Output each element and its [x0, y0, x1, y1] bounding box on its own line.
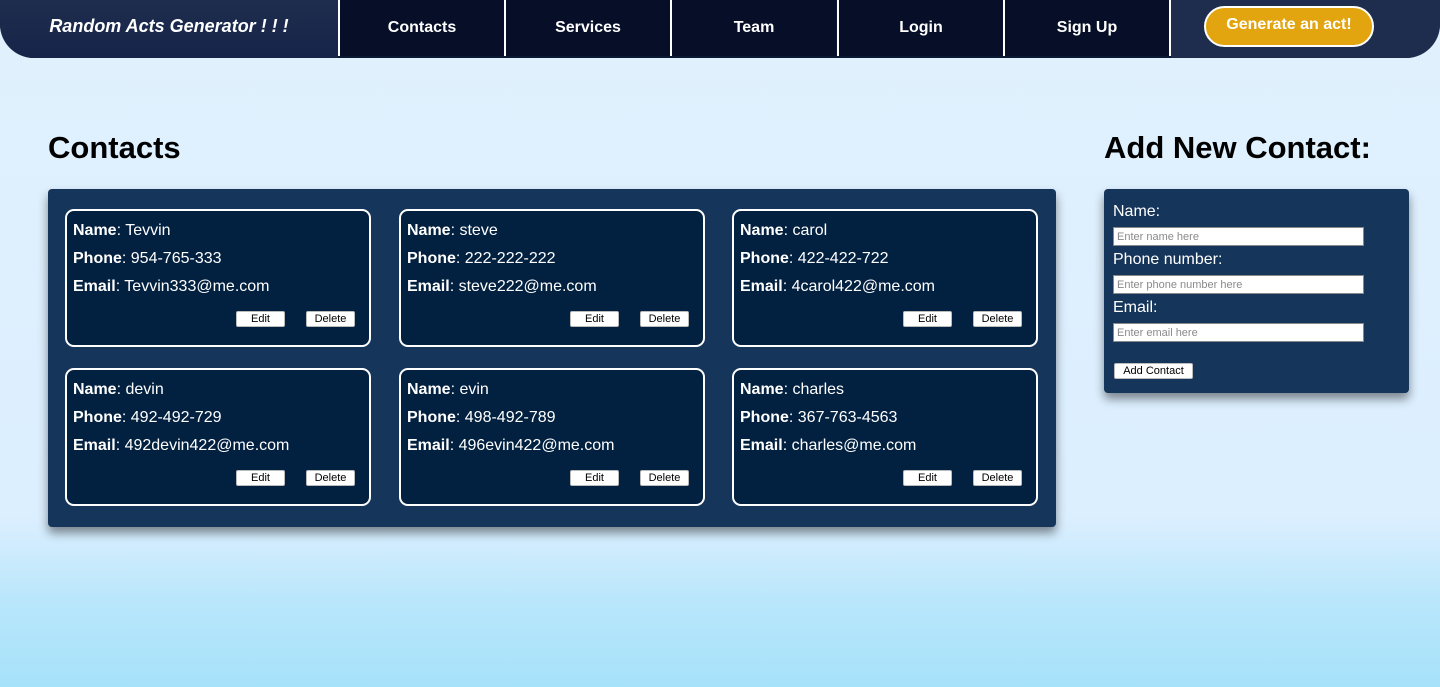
contact-card: Name: devin Phone: 492-492-729 Email: 49…: [65, 368, 371, 506]
contact-phone-row: Phone: 498-492-789: [407, 409, 556, 426]
delete-button[interactable]: Delete: [973, 311, 1022, 327]
delete-button[interactable]: Delete: [973, 470, 1022, 486]
contact-email-row: Email: charles@me.com: [740, 437, 917, 454]
name-label: Name: [407, 222, 451, 239]
contact-phone: 492-492-729: [130, 409, 222, 426]
name-label: Name: [73, 222, 117, 239]
name-label: Name: [407, 381, 451, 398]
contact-card: Name: Tevvin Phone: 954-765-333 Email: T…: [65, 209, 371, 347]
contact-phone: 498-492-789: [464, 409, 556, 426]
edit-button[interactable]: Edit: [903, 470, 952, 486]
contact-phone-row: Phone: 222-222-222: [407, 250, 556, 267]
name-input[interactable]: [1113, 227, 1364, 246]
contact-card: Name: charles Phone: 367-763-4563 Email:…: [732, 368, 1038, 506]
name-field-label: Name:: [1113, 203, 1161, 220]
contact-name: Tevvin: [125, 222, 171, 239]
contact-name-row: Name: devin: [73, 381, 164, 398]
contact-phone-row: Phone: 492-492-729: [73, 409, 222, 426]
edit-button[interactable]: Edit: [570, 311, 619, 327]
email-field-label: Email:: [1113, 299, 1158, 316]
email-label: Email: [407, 437, 450, 454]
contact-email-row: Email: 492devin422@me.com: [73, 437, 290, 454]
add-contact-heading: Add New Contact:: [1104, 130, 1371, 165]
email-label: Email: [740, 278, 783, 295]
contact-name: steve: [459, 222, 498, 239]
delete-button[interactable]: Delete: [640, 470, 689, 486]
contact-phone-row: Phone: 367-763-4563: [740, 409, 898, 426]
phone-label: Phone: [740, 409, 789, 426]
phone-label: Phone: [73, 250, 122, 267]
email-label: Email: [73, 437, 116, 454]
contact-phone: 367-763-4563: [797, 409, 898, 426]
contact-email: charles@me.com: [791, 437, 917, 454]
contact-email: 492devin422@me.com: [124, 437, 290, 454]
contact-card: Name: evin Phone: 498-492-789 Email: 496…: [399, 368, 705, 506]
contact-name: charles: [792, 381, 845, 398]
nav-item-team[interactable]: Team: [670, 0, 836, 56]
contact-card: Name: carol Phone: 422-422-722 Email: 4c…: [732, 209, 1038, 347]
phone-input[interactable]: [1113, 275, 1364, 294]
brand-title[interactable]: Random Acts Generator ! ! !: [0, 0, 338, 58]
contact-phone: 954-765-333: [130, 250, 222, 267]
contact-name-row: Name: steve: [407, 222, 498, 239]
contact-phone-row: Phone: 422-422-722: [740, 250, 889, 267]
contact-email-row: Email: 4carol422@me.com: [740, 278, 935, 295]
delete-button[interactable]: Delete: [640, 311, 689, 327]
nav-item-login[interactable]: Login: [837, 0, 1003, 56]
add-contact-button[interactable]: Add Contact: [1114, 363, 1193, 379]
contact-email-row: Email: 496evin422@me.com: [407, 437, 615, 454]
contact-email-row: Email: Tevvin333@me.com: [73, 278, 270, 295]
name-label: Name: [740, 381, 784, 398]
contact-name-row: Name: charles: [740, 381, 845, 398]
contact-name-row: Name: evin: [407, 381, 489, 398]
email-label: Email: [73, 278, 116, 295]
delete-button[interactable]: Delete: [306, 311, 355, 327]
phone-label: Phone: [407, 250, 456, 267]
generate-act-button[interactable]: Generate an act!: [1204, 6, 1374, 47]
contact-name: carol: [792, 222, 828, 239]
edit-button[interactable]: Edit: [570, 470, 619, 486]
delete-button[interactable]: Delete: [306, 470, 355, 486]
nav-item-contacts[interactable]: Contacts: [338, 0, 504, 56]
phone-field-label: Phone number:: [1113, 251, 1223, 268]
phone-label: Phone: [740, 250, 789, 267]
contact-email-row: Email: steve222@me.com: [407, 278, 597, 295]
edit-button[interactable]: Edit: [236, 470, 285, 486]
nav-item-signup[interactable]: Sign Up: [1003, 0, 1169, 56]
contact-phone-row: Phone: 954-765-333: [73, 250, 222, 267]
contact-name-row: Name: Tevvin: [73, 222, 171, 239]
phone-label: Phone: [407, 409, 456, 426]
contacts-heading: Contacts: [48, 130, 181, 165]
phone-label: Phone: [73, 409, 122, 426]
contact-name: evin: [459, 381, 489, 398]
add-contact-form: Name: Phone number: Email: Add Contact: [1104, 189, 1409, 393]
navbar: Random Acts Generator ! ! ! Contacts Ser…: [0, 0, 1440, 58]
contact-email: Tevvin333@me.com: [124, 278, 270, 295]
contact-card: Name: steve Phone: 222-222-222 Email: st…: [399, 209, 705, 347]
contact-name-row: Name: carol: [740, 222, 828, 239]
edit-button[interactable]: Edit: [903, 311, 952, 327]
name-label: Name: [740, 222, 784, 239]
contacts-panel: Name: Tevvin Phone: 954-765-333 Email: T…: [48, 189, 1056, 527]
contact-email: steve222@me.com: [458, 278, 597, 295]
edit-button[interactable]: Edit: [236, 311, 285, 327]
email-label: Email: [407, 278, 450, 295]
contact-phone: 422-422-722: [797, 250, 889, 267]
nav-item-services[interactable]: Services: [504, 0, 670, 56]
name-label: Name: [73, 381, 117, 398]
contact-email: 4carol422@me.com: [791, 278, 935, 295]
contact-name: devin: [125, 381, 164, 398]
contact-email: 496evin422@me.com: [458, 437, 615, 454]
contact-phone: 222-222-222: [464, 250, 556, 267]
email-input[interactable]: [1113, 323, 1364, 342]
email-label: Email: [740, 437, 783, 454]
